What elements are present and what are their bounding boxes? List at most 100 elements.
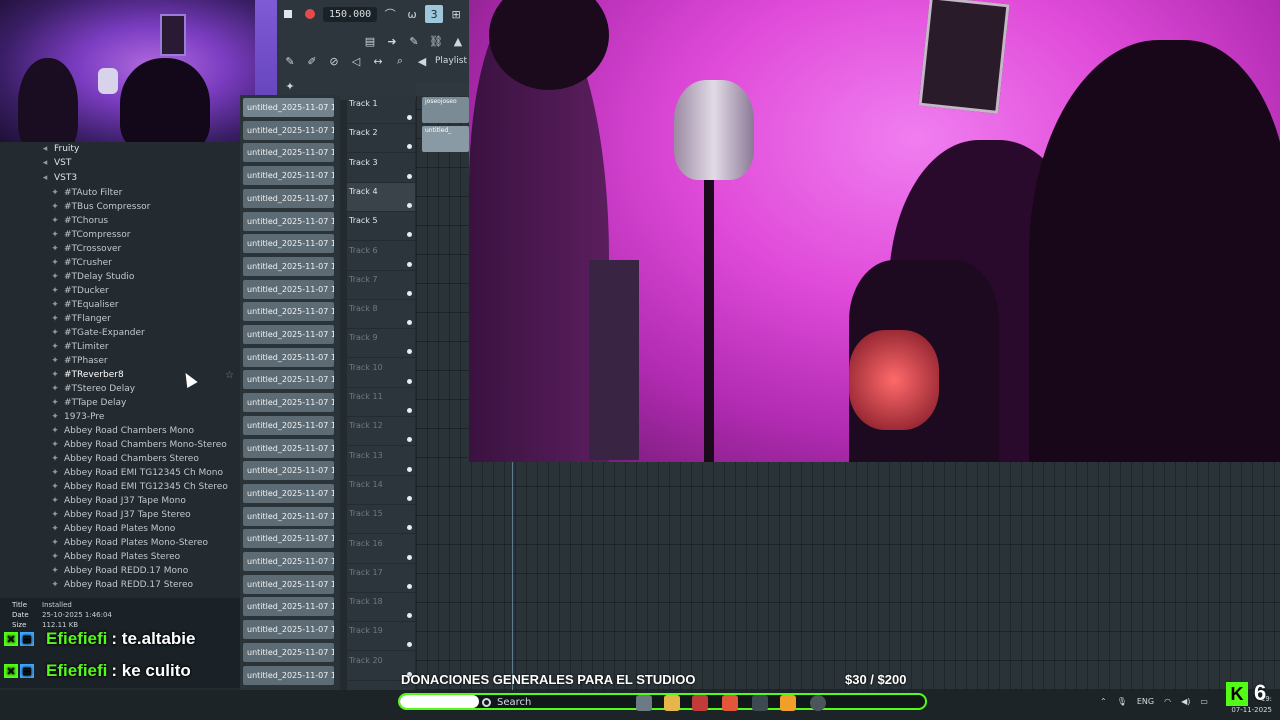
- playhead[interactable]: [512, 462, 513, 690]
- pencil-icon[interactable]: ✎: [281, 52, 299, 70]
- step-edit-icon[interactable]: ⊞: [447, 5, 465, 23]
- brush-icon[interactable]: ✎: [405, 32, 423, 50]
- pattern-item[interactable]: untitled_2025-11-07 19-: [243, 370, 334, 390]
- audio-clip[interactable]: joseojoseo: [422, 97, 469, 123]
- plugin-item[interactable]: ✦ Abbey Road J37 Tape Mono: [50, 494, 186, 508]
- timeline-ruler[interactable]: [416, 82, 469, 96]
- track-enable-dot[interactable]: [407, 437, 412, 443]
- pattern-item[interactable]: untitled_2025-11-07 19-: [243, 574, 334, 594]
- browser-folder[interactable]: ◂ Fruity: [40, 142, 80, 156]
- task-view-icon[interactable]: [636, 695, 652, 711]
- paint-icon[interactable]: ✐: [303, 52, 321, 70]
- countdown-icon[interactable]: 3: [425, 5, 444, 23]
- track-enable-dot[interactable]: [407, 173, 412, 179]
- app-icon[interactable]: [692, 695, 708, 711]
- favorite-star-icon[interactable]: ☆: [225, 370, 234, 381]
- browser-toggle-icon[interactable]: ✦: [281, 77, 299, 95]
- volume-icon[interactable]: ◀): [1181, 697, 1190, 706]
- tempo-display[interactable]: 150.000: [323, 6, 378, 22]
- slip-icon[interactable]: ↔: [369, 52, 387, 70]
- arrow-right-icon[interactable]: ➜: [383, 32, 401, 50]
- track-header[interactable]: Track 8: [347, 300, 415, 330]
- plugin-item[interactable]: ✦ Abbey Road Chambers Mono-Stereo: [50, 438, 227, 452]
- plugin-item[interactable]: ✦ #TPhaser: [50, 354, 107, 368]
- file-explorer-icon[interactable]: [664, 695, 680, 711]
- track-header[interactable]: Track 3: [347, 154, 415, 183]
- track-enable-dot[interactable]: [407, 378, 412, 384]
- plugin-item[interactable]: ✦ Abbey Road Plates Mono: [50, 522, 175, 536]
- track-enable-dot[interactable]: [407, 495, 412, 501]
- plugin-item[interactable]: ✦ #TCrossover: [50, 242, 121, 256]
- track-enable-dot[interactable]: [407, 408, 412, 413]
- zoom-icon[interactable]: ⌕: [391, 52, 409, 70]
- track-enable-dot[interactable]: [407, 115, 412, 120]
- pattern-item[interactable]: untitled_2025-11-07 19-: [243, 620, 334, 640]
- record-button[interactable]: [301, 5, 319, 23]
- track-enable-dot[interactable]: [407, 320, 412, 326]
- metronome-icon[interactable]: ⌒: [381, 5, 399, 23]
- pattern-item[interactable]: untitled_2025-11-07 19-: [243, 665, 334, 685]
- track-header[interactable]: Track 4: [347, 182, 415, 212]
- battery-icon[interactable]: ▭: [1200, 697, 1208, 706]
- pattern-item[interactable]: untitled_2025-11-07 19-: [243, 483, 334, 503]
- app-icon[interactable]: [752, 695, 768, 711]
- fl-studio-icon[interactable]: [780, 695, 796, 711]
- track-header[interactable]: Track 6: [347, 242, 415, 271]
- track-enable-dot[interactable]: [407, 554, 412, 560]
- pattern-item[interactable]: untitled_2025-11-07 19-: [243, 393, 334, 413]
- track-header[interactable]: Track 13: [347, 447, 415, 476]
- track-header[interactable]: Track 7: [347, 271, 415, 300]
- chevron-up-icon[interactable]: ⌃: [1100, 697, 1107, 706]
- mute-icon[interactable]: ◁: [347, 52, 365, 70]
- track-header[interactable]: Track 12: [347, 417, 415, 447]
- plugin-item[interactable]: ✦ #TCompressor: [50, 228, 130, 242]
- track-header[interactable]: Track 10: [347, 359, 415, 388]
- plugin-item[interactable]: ✦ Abbey Road EMI TG12345 Ch Mono: [50, 466, 223, 480]
- pattern-item[interactable]: untitled_2025-11-07 19-: [243, 302, 334, 322]
- link-icon[interactable]: ⛓: [427, 32, 445, 50]
- track-enable-dot[interactable]: [407, 202, 412, 208]
- plugin-item[interactable]: ✦ Abbey Road Chambers Mono: [50, 424, 194, 438]
- plugin-item[interactable]: ✦ #TAuto Filter: [50, 186, 122, 200]
- track-header[interactable]: Track 16: [347, 535, 415, 564]
- plugin-item[interactable]: ✦ Abbey Road J37 Tape Stereo: [50, 508, 190, 522]
- track-header[interactable]: Track 18: [347, 593, 415, 623]
- browser-folder[interactable]: ◂ VST3: [40, 171, 77, 185]
- pattern-item[interactable]: untitled_2025-11-07 19-: [243, 642, 334, 662]
- pattern-item[interactable]: untitled_2025-11-07 19-: [243, 256, 334, 276]
- plugin-item[interactable]: ✦ Abbey Road Chambers Stereo: [50, 452, 199, 466]
- track-header[interactable]: Track 14: [347, 476, 415, 505]
- brave-browser-icon[interactable]: [722, 695, 738, 711]
- plugin-item[interactable]: ✦ #TFlanger: [50, 312, 111, 326]
- pattern-item[interactable]: untitled_2025-11-07 19-: [243, 597, 334, 617]
- plugin-item[interactable]: ✦ #TEqualiser: [50, 298, 118, 312]
- wait-icon[interactable]: ω: [403, 5, 421, 23]
- track-enable-dot[interactable]: [407, 613, 412, 619]
- pattern-item[interactable]: untitled_2025-11-07 19-: [243, 461, 334, 481]
- pattern-item[interactable]: untitled_2025-11-07 19-: [243, 166, 334, 186]
- plugin-item[interactable]: ✦ Abbey Road REDD.17 Mono: [50, 564, 188, 578]
- language-indicator[interactable]: ENG: [1137, 697, 1154, 706]
- plugin-icon[interactable]: ▲: [449, 32, 467, 50]
- delete-icon[interactable]: ⊘: [325, 52, 343, 70]
- obs-icon[interactable]: [810, 695, 826, 711]
- track-header[interactable]: Track 1: [347, 95, 415, 124]
- track-enable-dot[interactable]: [407, 583, 412, 589]
- track-header[interactable]: Track 17: [347, 564, 415, 593]
- plugin-item[interactable]: ✦ #TLimiter: [50, 340, 108, 354]
- track-header[interactable]: Track 19: [347, 622, 415, 652]
- track-header[interactable]: Track 15: [347, 505, 415, 535]
- track-enable-dot[interactable]: [407, 144, 412, 150]
- pattern-item[interactable]: untitled_2025-11-07 19-: [243, 552, 334, 571]
- microphone-icon[interactable]: 🎙: [1117, 697, 1127, 706]
- plugin-item[interactable]: ✦ #TReverber8: [50, 368, 123, 382]
- taskbar-search[interactable]: Search: [482, 697, 531, 708]
- track-header[interactable]: Track 2: [347, 124, 415, 154]
- plugin-item[interactable]: ✦ Abbey Road Plates Mono-Stereo: [50, 536, 208, 550]
- plugin-item[interactable]: ✦ #TTape Delay: [50, 396, 126, 410]
- pattern-item[interactable]: untitled_2025-11-07 19-: [243, 506, 334, 526]
- track-enable-dot[interactable]: [407, 232, 412, 238]
- pattern-item[interactable]: untitled_2025-11-07 19-: [243, 120, 334, 140]
- plugin-item[interactable]: ✦ #TDelay Studio: [50, 270, 134, 284]
- track-enable-dot[interactable]: [407, 349, 412, 355]
